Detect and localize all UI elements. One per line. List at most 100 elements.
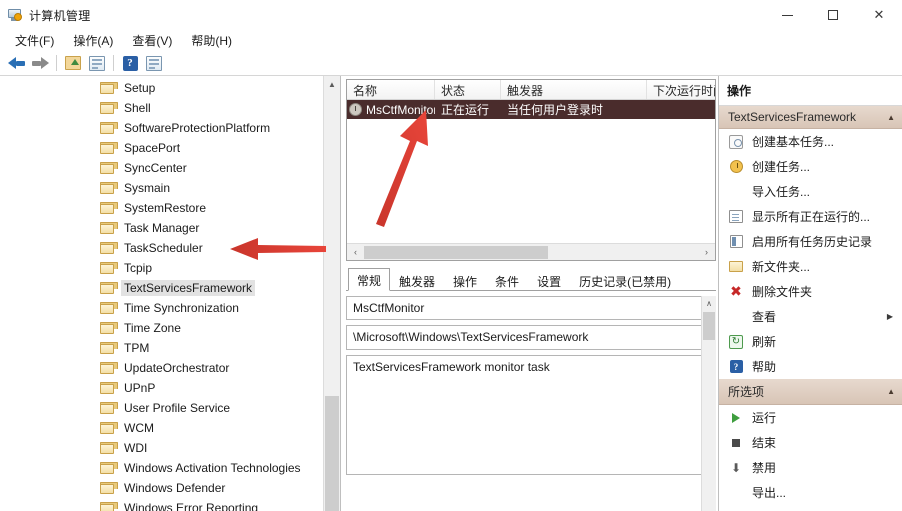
- detail-tab[interactable]: 常规: [348, 268, 391, 291]
- task-list-header: 名称 状态 触发器 下次运行时间 上次: [347, 80, 715, 100]
- folder-icon: [100, 482, 118, 494]
- column-header-next-run-time[interactable]: 下次运行时间: [647, 80, 715, 99]
- action-enable-all-task-history[interactable]: 启用所有任务历史记录: [719, 229, 902, 254]
- action-properties[interactable]: 属性: [719, 505, 902, 511]
- tree-item[interactable]: WCM: [0, 418, 340, 438]
- task-row[interactable]: MsCtfMonitor正在运行当任何用户登录时2015: [347, 100, 715, 119]
- detail-tab[interactable]: 设置: [528, 269, 570, 290]
- tree-item[interactable]: Windows Activation Technologies: [0, 458, 340, 478]
- folder-icon: [100, 182, 118, 194]
- task-cell-name: MsCtfMonitor: [347, 103, 435, 117]
- action-create-task[interactable]: 创建任务...: [719, 154, 902, 179]
- delete-x-icon: ✖: [730, 283, 742, 300]
- action-pane-icon: [146, 55, 162, 71]
- actions-group-header[interactable]: TextServicesFramework ▲: [719, 106, 902, 129]
- back-button[interactable]: [4, 52, 28, 74]
- tree-item[interactable]: Shell: [0, 98, 340, 118]
- detail-vertical-scrollbar[interactable]: ∧: [701, 296, 716, 511]
- show-hide-action-pane-button[interactable]: [142, 52, 166, 74]
- window-title: 计算机管理: [29, 8, 91, 23]
- folder-icon: [100, 142, 118, 154]
- hscroll-right-arrow[interactable]: ›: [698, 244, 715, 261]
- tree-item[interactable]: Tcpip: [0, 258, 340, 278]
- folder-icon: [100, 442, 118, 454]
- detail-tab[interactable]: 触发器: [390, 269, 444, 290]
- tree-item[interactable]: SpacePort: [0, 138, 340, 158]
- chevron-up-icon[interactable]: ▲: [887, 113, 895, 122]
- action-disable[interactable]: ⬇ 禁用: [719, 455, 902, 480]
- action-label: 导出...: [752, 486, 787, 500]
- action-label: 刷新: [752, 335, 777, 349]
- task-list-horizontal-scrollbar[interactable]: ‹ ›: [347, 243, 715, 260]
- tree-item-label: SyncCenter: [124, 161, 187, 175]
- tree-item[interactable]: Sysmain: [0, 178, 340, 198]
- hscroll-thumb[interactable]: [364, 245, 548, 259]
- menu-action[interactable]: 操作(A): [64, 30, 123, 52]
- detail-tab[interactable]: 历史记录(已禁用): [570, 269, 680, 290]
- stop-icon: [728, 438, 744, 447]
- action-help[interactable]: ? 帮助: [719, 354, 902, 379]
- forward-button[interactable]: [28, 52, 52, 74]
- tree-item[interactable]: Windows Defender: [0, 478, 340, 498]
- detail-tab[interactable]: 条件: [486, 269, 528, 290]
- menu-help[interactable]: 帮助(H): [182, 30, 242, 52]
- maximize-button[interactable]: [810, 0, 856, 30]
- tree-item[interactable]: SyncCenter: [0, 158, 340, 178]
- action-run[interactable]: 运行: [719, 405, 902, 430]
- column-header-triggers[interactable]: 触发器: [501, 80, 647, 99]
- tree-item[interactable]: UPnP: [0, 378, 340, 398]
- tree-item[interactable]: TaskScheduler: [0, 238, 340, 258]
- action-delete-folder[interactable]: ✖ 删除文件夹: [719, 279, 902, 304]
- tree-item[interactable]: TextServicesFramework: [0, 278, 340, 298]
- minimize-button[interactable]: [764, 0, 810, 30]
- detail-scroll-up-icon[interactable]: ∧: [702, 296, 716, 311]
- close-button[interactable]: ✕: [856, 0, 902, 30]
- tree-vertical-scrollbar[interactable]: ▲: [323, 76, 340, 511]
- tree-item[interactable]: SoftwareProtectionPlatform: [0, 118, 340, 138]
- column-header-name[interactable]: 名称: [347, 80, 435, 99]
- tree-item[interactable]: TPM: [0, 338, 340, 358]
- tree-item-label: SystemRestore: [124, 201, 207, 215]
- menu-view[interactable]: 查看(V): [123, 30, 182, 52]
- action-label: 删除文件夹: [752, 285, 813, 299]
- up-one-level-button[interactable]: [61, 52, 85, 74]
- folder-icon: [100, 282, 118, 294]
- tree-item[interactable]: WDI: [0, 438, 340, 458]
- help-button[interactable]: ?: [118, 52, 142, 74]
- folder-icon: [100, 322, 118, 334]
- action-end[interactable]: 结束: [719, 430, 902, 455]
- tree-item[interactable]: Time Synchronization: [0, 298, 340, 318]
- tree-item-label: WCM: [124, 421, 154, 435]
- hscroll-track[interactable]: [364, 245, 698, 260]
- column-header-status[interactable]: 状态: [435, 80, 501, 99]
- refresh-icon: ↻: [728, 334, 744, 349]
- task-list-rows: MsCtfMonitor正在运行当任何用户登录时2015: [347, 100, 715, 243]
- chevron-up-icon[interactable]: ▲: [887, 387, 895, 396]
- action-view[interactable]: 查看 ▶: [719, 304, 902, 329]
- tree-item[interactable]: Task Manager: [0, 218, 340, 238]
- tree-item[interactable]: Time Zone: [0, 318, 340, 338]
- action-show-running-tasks[interactable]: 显示所有正在运行的...: [719, 204, 902, 229]
- menu-file[interactable]: 文件(F): [6, 30, 64, 52]
- tree-scroll-thumb[interactable]: [325, 396, 339, 511]
- tree-item[interactable]: Windows Error Reporting: [0, 498, 340, 511]
- action-import-task[interactable]: 导入任务...: [719, 179, 902, 204]
- detail-scroll-thumb[interactable]: [703, 312, 715, 340]
- action-create-basic-task[interactable]: 创建基本任务...: [719, 129, 902, 154]
- scroll-up-icon[interactable]: ▲: [324, 76, 340, 93]
- folder-icon: [100, 302, 118, 314]
- tree-item[interactable]: UpdateOrchestrator: [0, 358, 340, 378]
- help-icon: ?: [728, 360, 744, 373]
- tree-item[interactable]: Setup: [0, 78, 340, 98]
- show-hide-tree-button[interactable]: [85, 52, 109, 74]
- tree-item[interactable]: SystemRestore: [0, 198, 340, 218]
- action-new-folder[interactable]: 新文件夹...: [719, 254, 902, 279]
- hscroll-left-arrow[interactable]: ‹: [347, 244, 364, 261]
- detail-tab[interactable]: 操作: [444, 269, 486, 290]
- action-export[interactable]: 导出...: [719, 480, 902, 505]
- action-refresh[interactable]: ↻ 刷新: [719, 329, 902, 354]
- tree-item[interactable]: User Profile Service: [0, 398, 340, 418]
- title-bar: 计算机管理 ✕: [0, 0, 902, 30]
- tree-item-label: Windows Activation Technologies: [124, 461, 301, 475]
- actions-group-header[interactable]: 所选项 ▲: [719, 379, 902, 405]
